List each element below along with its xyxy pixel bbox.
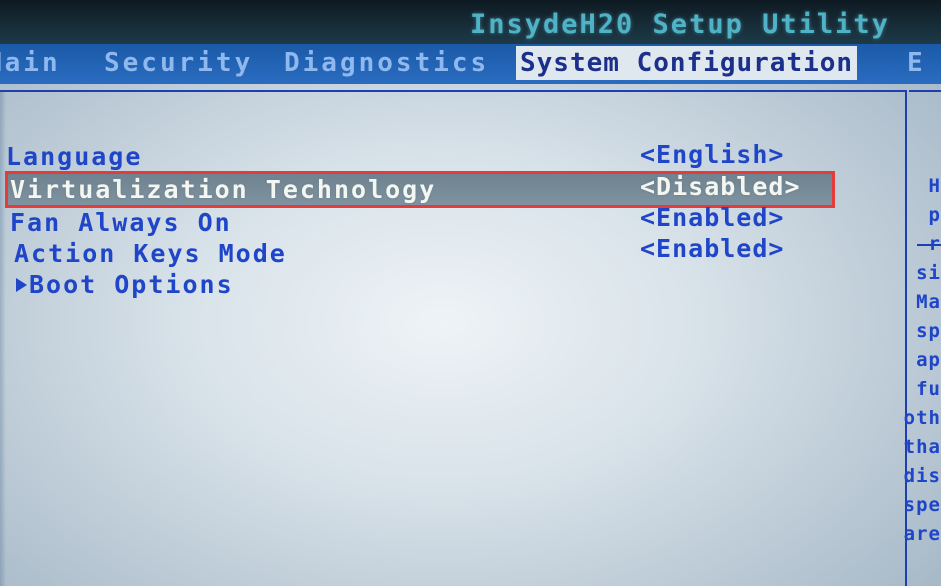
setting-fan-label[interactable]: Fan Always On	[10, 208, 232, 237]
app-title: InsydeH20 Setup Utility	[470, 9, 890, 40]
title-bar: InsydeH20 Setup Utility	[0, 0, 941, 44]
setting-language-label[interactable]: Language	[6, 142, 142, 171]
setting-boot-options[interactable]: Boot Options	[16, 270, 234, 299]
setting-fan-value[interactable]: <Enabled>	[640, 203, 784, 232]
setting-action-keys-value[interactable]: <Enabled>	[640, 234, 784, 263]
menu-tab-exit[interactable]: E	[903, 46, 930, 80]
menu-tab-system-configuration[interactable]: System Configuration	[516, 46, 858, 80]
menu-tab-diagnostics[interactable]: Diagnostics	[280, 46, 493, 80]
setting-action-keys-label[interactable]: Action Keys Mode	[14, 239, 287, 268]
bios-screen: InsydeH20 Setup Utility Main Security Di…	[0, 0, 941, 586]
submenu-arrow-icon	[16, 278, 27, 292]
menu-tab-main[interactable]: Main	[0, 46, 65, 80]
menu-bar: Main Security Diagnostics System Configu…	[0, 44, 941, 84]
setting-language-value[interactable]: <English>	[640, 140, 784, 169]
menu-tab-security[interactable]: Security	[100, 46, 257, 80]
help-text: H p r si Ma sp ap fu oth tha dis spe are	[903, 175, 941, 545]
setting-boot-options-label: Boot Options	[29, 270, 234, 299]
